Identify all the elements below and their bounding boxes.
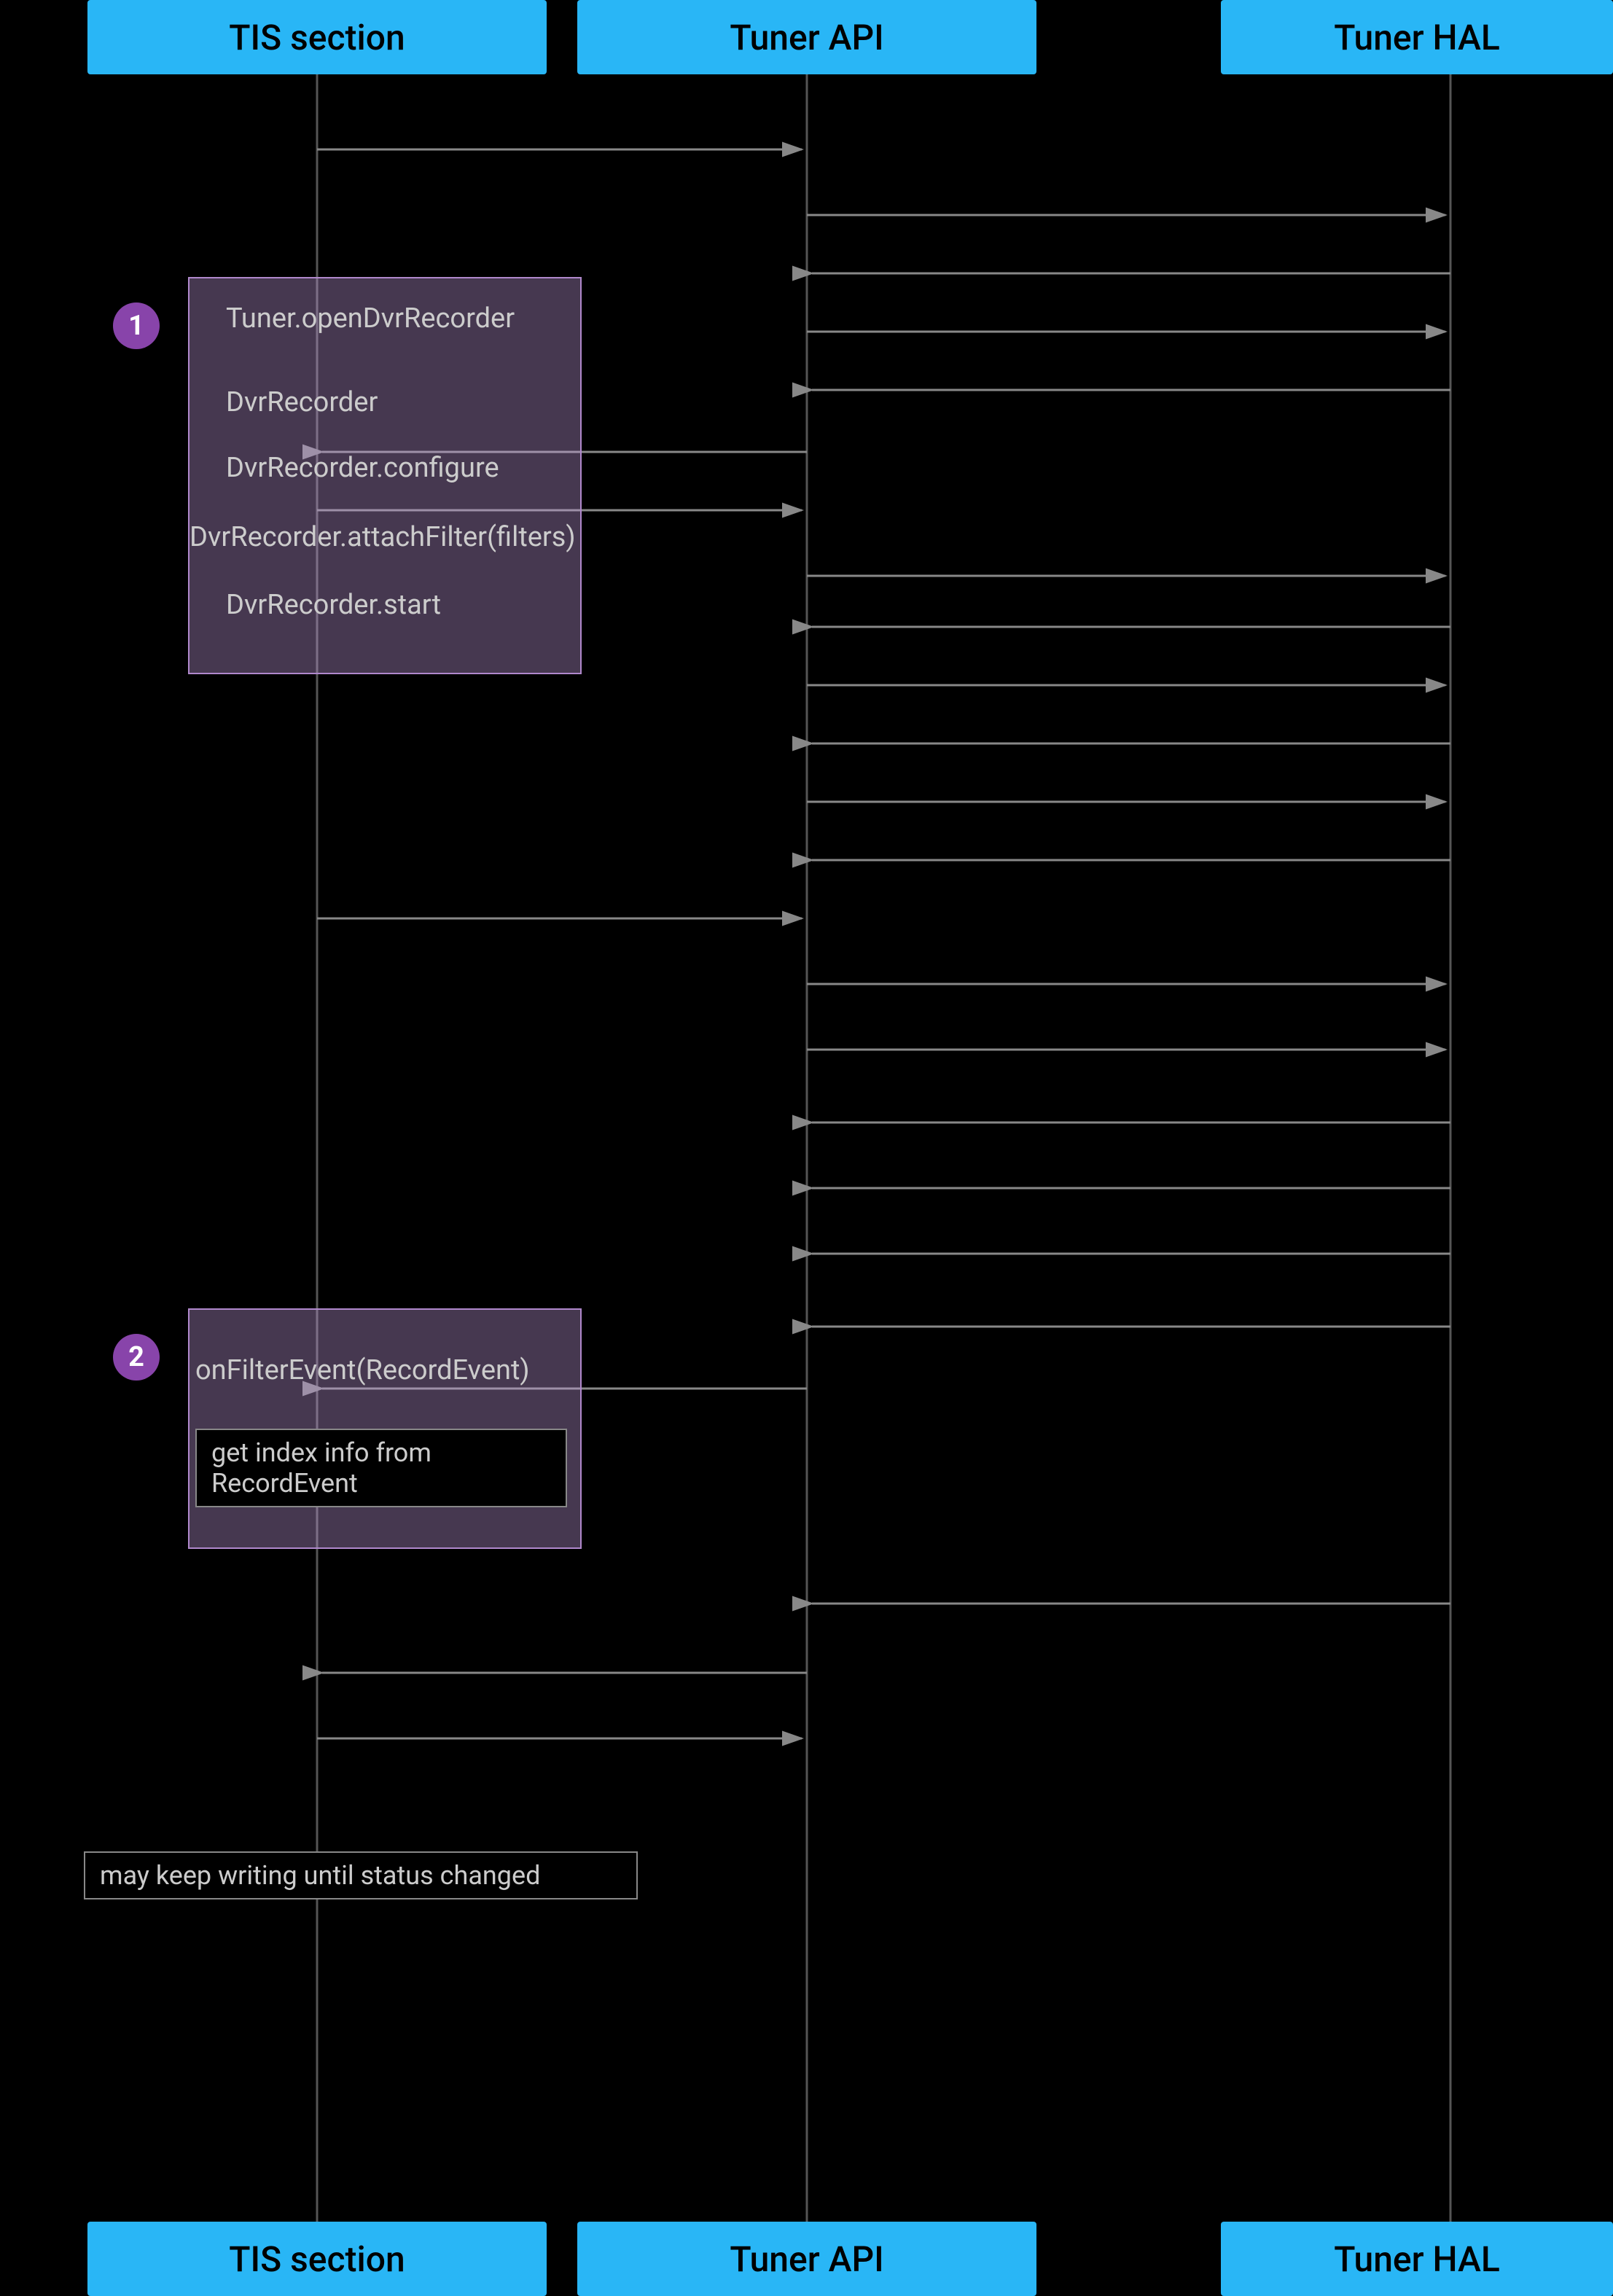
arrow-label-attach-filter: DvrRecorder.attachFilter(filters) <box>190 521 576 553</box>
step-1-circle: 1 <box>113 302 160 349</box>
arrow-label-dvr-recorder: DvrRecorder <box>226 386 378 418</box>
arrow-label-filter-event: onFilterEvent(RecordEvent) <box>195 1354 530 1386</box>
tuner-api-footer: Tuner API <box>577 2222 1036 2296</box>
note-get-index: get index info from RecordEvent <box>195 1429 567 1507</box>
tis-header: TIS section <box>87 0 547 74</box>
arrow-label-configure: DvrRecorder.configure <box>226 452 499 484</box>
tuner-hal-footer: Tuner HAL <box>1221 2222 1613 2296</box>
arrow-label-start: DvrRecorder.start <box>226 589 441 621</box>
tuner-api-header: Tuner API <box>577 0 1036 74</box>
tuner-hal-header: Tuner HAL <box>1221 0 1613 74</box>
step-2-circle: 2 <box>113 1334 160 1381</box>
tis-footer: TIS section <box>87 2222 547 2296</box>
arrow-label-open-dvr: Tuner.openDvrRecorder <box>226 302 515 335</box>
note-keep-writing: may keep writing until status changed <box>84 1851 638 1899</box>
